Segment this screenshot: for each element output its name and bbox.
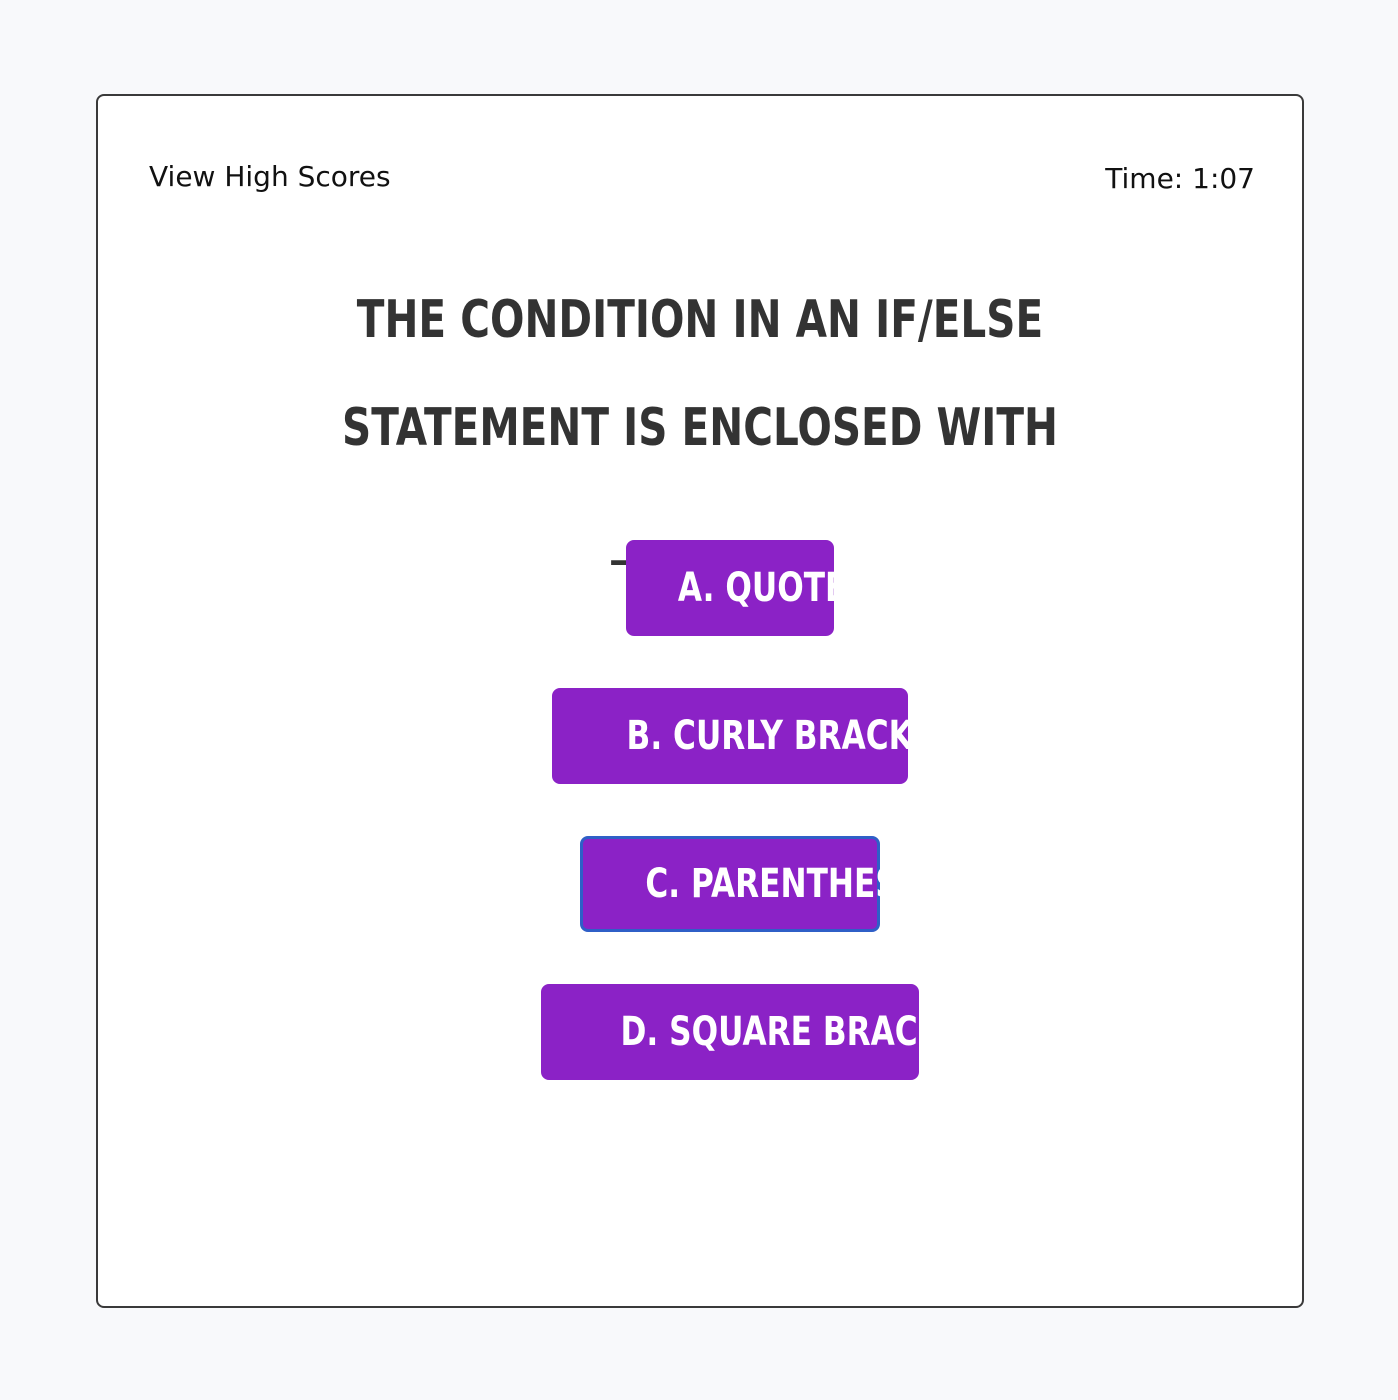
view-high-scores-link[interactable]: View High Scores bbox=[149, 160, 391, 193]
answer-button-c[interactable]: C. Parenthesis bbox=[580, 836, 932, 932]
answer-label: B. Curly Brackets bbox=[626, 713, 978, 759]
answer-button-a[interactable]: A. Quotes bbox=[626, 540, 869, 636]
answer-label: A. Quotes bbox=[677, 565, 869, 611]
answer-list: A. Quotes B. Curly Brackets C. Parenthes… bbox=[98, 540, 1302, 1132]
answer-button-b[interactable]: B. Curly Brackets bbox=[552, 688, 978, 784]
quiz-card: View High Scores Time: 1:07 The conditio… bbox=[96, 94, 1304, 1308]
answer-label: C. Parenthesis bbox=[645, 861, 932, 907]
answer-button-d[interactable]: D. Square Brackets bbox=[541, 984, 1007, 1080]
timer-display: Time: 1:07 bbox=[1105, 162, 1255, 195]
answer-label: D. Square Brackets bbox=[620, 1009, 1007, 1055]
